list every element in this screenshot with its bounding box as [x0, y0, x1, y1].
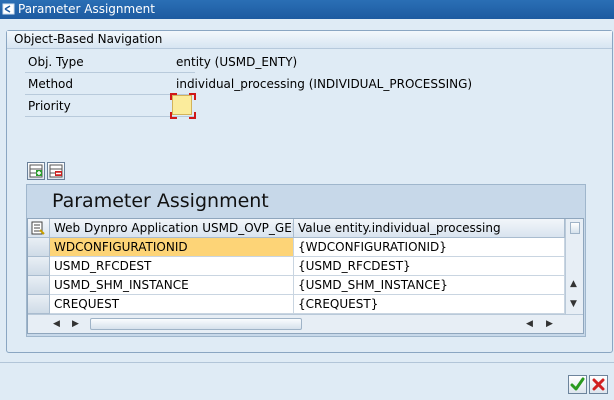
obj-type-value: entity (USMD_ENTY): [176, 55, 298, 69]
select-all-button[interactable]: [28, 219, 50, 238]
horizontal-scroll-thumb[interactable]: [90, 318, 302, 330]
scroll-up-icon[interactable]: ▲: [570, 279, 577, 289]
priority-label: Priority: [28, 99, 71, 113]
scroll-down-icon[interactable]: ▼: [570, 299, 577, 309]
scroll-left-icon[interactable]: ◀: [53, 319, 60, 329]
column-header-application[interactable]: Web Dynpro Application USMD_OVP_GEN: [50, 219, 294, 238]
cancel-button[interactable]: [589, 375, 608, 394]
focus-marker: [189, 93, 196, 100]
group-header: Object-Based Navigation: [7, 31, 612, 49]
scroll-left-icon[interactable]: ◀: [526, 319, 533, 329]
table-cell-parameter[interactable]: USMD_RFCDEST: [50, 257, 294, 276]
title-bar: Parameter Assignment: [0, 0, 614, 19]
delete-row-icon: [49, 164, 63, 178]
table-cell-value[interactable]: {USMD_RFCDEST}: [294, 257, 565, 276]
table-settings-icon: [31, 221, 45, 235]
column-settings-grip-icon[interactable]: [570, 222, 580, 234]
row-selector[interactable]: [28, 295, 50, 314]
table-cell-value[interactable]: {CREQUEST}: [294, 295, 565, 314]
window-title: Parameter Assignment: [18, 2, 155, 16]
obj-type-label: Obj. Type: [28, 55, 84, 69]
focus-marker: [170, 93, 177, 100]
table-cell-parameter[interactable]: WDCONFIGURATIONID: [50, 238, 294, 257]
parameter-table: Web Dynpro Application USMD_OVP_GEN Valu…: [27, 218, 584, 334]
cancel-icon: [592, 378, 605, 391]
row-selector[interactable]: [28, 257, 50, 276]
table-cell-value[interactable]: {USMD_SHM_INSTANCE}: [294, 276, 565, 295]
table-cell-value[interactable]: {WDCONFIGURATIONID}: [294, 238, 565, 257]
delete-row-button[interactable]: [47, 162, 65, 180]
row-selector[interactable]: [28, 238, 50, 257]
table-cell-parameter[interactable]: CREQUEST: [50, 295, 294, 314]
window-icon: [2, 3, 15, 15]
table-title: Parameter Assignment: [52, 190, 269, 212]
scroll-right-icon[interactable]: ▶: [546, 319, 553, 329]
confirm-icon: [570, 377, 585, 391]
confirm-button[interactable]: [568, 375, 587, 394]
column-header-value[interactable]: Value entity.individual_processing: [294, 219, 565, 238]
divider: [25, 72, 195, 73]
focus-marker: [170, 112, 177, 119]
method-value: individual_processing (INDIVIDUAL_PROCES…: [176, 77, 473, 91]
row-selector[interactable]: [28, 276, 50, 295]
method-label: Method: [28, 77, 74, 91]
insert-row-icon: [29, 164, 43, 178]
footer-divider: [0, 362, 614, 363]
scroll-right-icon[interactable]: ▶: [72, 319, 79, 329]
vertical-scrollbar[interactable]: ▲ ▼: [565, 219, 583, 314]
horizontal-scrollbar[interactable]: ◀ ▶ ◀ ▶: [28, 314, 583, 333]
group-header-label: Object-Based Navigation: [14, 32, 163, 46]
focus-marker: [189, 112, 196, 119]
table-cell-parameter[interactable]: USMD_SHM_INSTANCE: [50, 276, 294, 295]
insert-row-button[interactable]: [27, 162, 45, 180]
